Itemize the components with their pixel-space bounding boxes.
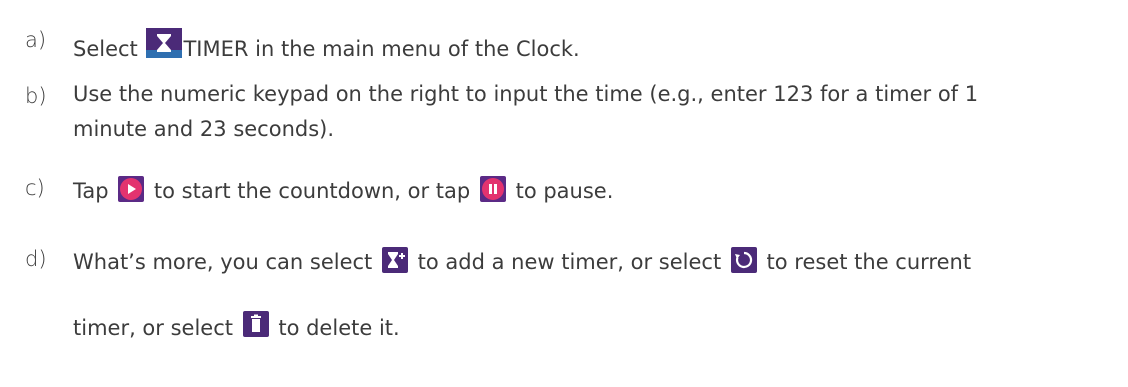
trash-icon (242, 311, 269, 337)
step-text-line2: minute and 23 seconds). (73, 117, 335, 141)
pause-icon (479, 176, 506, 202)
step-marker: a) (25, 28, 47, 52)
step-marker: d) (25, 247, 47, 271)
document-page: { "steps": [ { "marker": "a)", "parts": … (0, 0, 1128, 387)
reset-icon (730, 247, 757, 273)
step-marker: b) (25, 84, 47, 108)
step-text-line2: timer, or select to delete it. (73, 311, 400, 340)
add-timer-icon (381, 247, 408, 273)
step-text: Tap to start the countdown, or tap to pa… (73, 176, 613, 202)
step-text: Use the numeric keypad on the right to i… (73, 82, 979, 106)
play-icon (118, 176, 145, 202)
hourglass-icon (146, 28, 183, 58)
step-marker: c) (25, 176, 45, 200)
step-text: Select TIMER in the main menu of the Clo… (73, 28, 580, 60)
step-text: What’s more, you can select to add a new… (73, 247, 971, 273)
